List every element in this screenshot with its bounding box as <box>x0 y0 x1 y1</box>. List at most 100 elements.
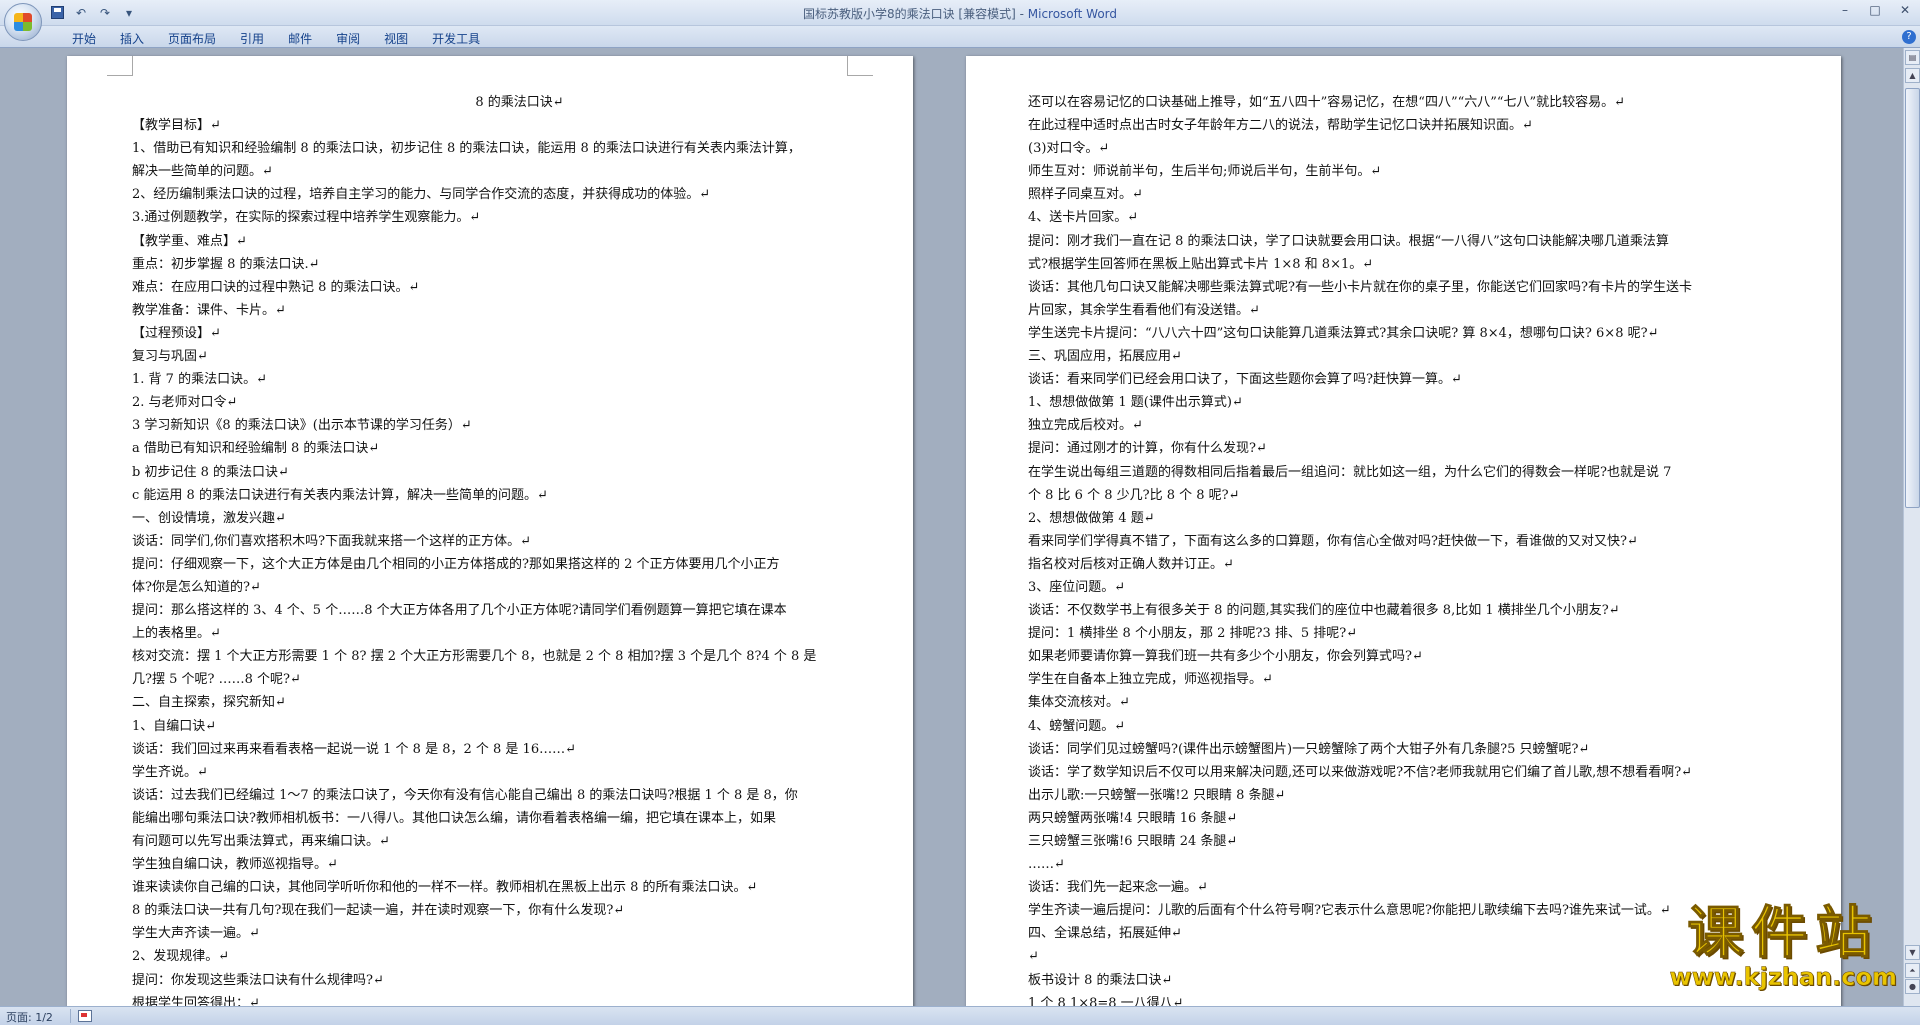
document-line[interactable]: 谈话：我们回过来再来看看表格一起说一说 1 个 8 是 8，2 个 8 是 16… <box>132 738 907 761</box>
document-line[interactable]: 谈话：看来同学们已经会用口诀了，下面这些题你会算了吗?赶快算一算。↵ <box>1028 368 1818 391</box>
document-line[interactable]: 根据学生回答得出：↵ <box>132 992 907 1006</box>
tab-review[interactable]: 审阅 <box>324 29 372 48</box>
document-line[interactable]: 3.通过例题教学，在实际的探索过程中培养学生观察能力。↵ <box>132 206 907 229</box>
document-line[interactable]: 2、想想做做第 4 题↵ <box>1028 507 1818 530</box>
page-content[interactable]: 8 的乘法口诀↵ 【教学目标】↵ 1、借助已有知识和经验编制 8 的乘法口诀，初步记… <box>132 91 907 1006</box>
document-line[interactable]: 几?摆 5 个呢? ……8 个呢?↵ <box>132 668 907 691</box>
document-line[interactable]: 3、座位问题。↵ <box>1028 576 1818 599</box>
document-line[interactable]: 【教学目标】↵ <box>132 114 907 137</box>
document-line[interactable]: 提问：刚才我们一直在记 8 的乘法口诀，学了口诀就要会用口诀。根据“一八得八”这… <box>1028 230 1818 253</box>
document-line[interactable]: 谈话：同学们,你们喜欢搭积木吗?下面我就来搭一个这样的正方体。↵ <box>132 530 907 553</box>
document-line[interactable]: c 能运用 8 的乘法口诀进行有关表内乘法计算，解决一些简单的问题。↵ <box>132 484 907 507</box>
document-line[interactable]: b 初步记住 8 的乘法口诀↵ <box>132 461 907 484</box>
document-line[interactable]: 出示儿歌:一只螃蟹一张嘴!2 只眼睛 8 条腿↵ <box>1028 784 1818 807</box>
document-line[interactable]: a 借助已有知识和经验编制 8 的乘法口诀↵ <box>132 437 907 460</box>
tab-references[interactable]: 引用 <box>228 29 276 48</box>
document-line[interactable]: 集体交流核对。↵ <box>1028 691 1818 714</box>
document-line[interactable]: 1 个 8 1×8=8 一八得八↵ <box>1028 992 1818 1006</box>
document-line[interactable]: 3 学习新知识《8 的乘法口诀》(出示本节课的学习任务）↵ <box>132 414 907 437</box>
document-line[interactable]: 重点：初步掌握 8 的乘法口诀.↵ <box>132 253 907 276</box>
document-line[interactable]: 三、巩固应用，拓展应用↵ <box>1028 345 1818 368</box>
document-line[interactable]: 提问：1 横排坐 8 个小朋友，那 2 排呢?3 排、5 排呢?↵ <box>1028 622 1818 645</box>
page-indicator[interactable]: 页面: 1/2 <box>6 1009 53 1025</box>
document-line[interactable]: 式?根据学生回答师在黑板上贴出算式卡片 1×8 和 8×1。↵ <box>1028 253 1818 276</box>
document-line[interactable]: 谈话：我们先一起来念一遍。↵ <box>1028 876 1818 899</box>
tab-home[interactable]: 开始 <box>60 29 108 48</box>
document-line[interactable]: (3)对口令。↵ <box>1028 137 1818 160</box>
document-line[interactable]: 师生互对：师说前半句，生后半句;师说后半句，生前半句。↵ <box>1028 160 1818 183</box>
document-line[interactable]: 2、发现规律。↵ <box>132 945 907 968</box>
previous-page-button[interactable]: ⏶ <box>1905 963 1920 978</box>
document-line[interactable]: 1. 背 7 的乘法口诀。↵ <box>132 368 907 391</box>
document-line[interactable]: 学生送完卡片提问：“八八六十四”这句口诀能算几道乘法算式?其余口诀呢? 算 8×… <box>1028 322 1818 345</box>
document-line[interactable]: 谈话：不仅数学书上有很多关于 8 的问题,其实我们的座位中也藏着很多 8,比如 … <box>1028 599 1818 622</box>
scroll-down-button[interactable]: ▼ <box>1905 945 1920 960</box>
document-line[interactable]: 指名校对后核对正确人数并订正。↵ <box>1028 553 1818 576</box>
document-line[interactable]: 谈话：学了数学知识后不仅可以用来解决问题,还可以来做游戏呢?不信?老师我就用它们… <box>1028 761 1818 784</box>
document-line[interactable]: 照样子同桌互对。↵ <box>1028 183 1818 206</box>
tab-view[interactable]: 视图 <box>372 29 420 48</box>
tab-page-layout[interactable]: 页面布局 <box>156 29 228 48</box>
document-line[interactable]: 4、螃蟹问题。↵ <box>1028 715 1818 738</box>
document-line[interactable]: 在此过程中适时点出古时女子年龄年方二八的说法，帮助学生记忆口诀并拓展知识面。↵ <box>1028 114 1818 137</box>
document-line[interactable]: 在学生说出每组三道题的得数相同后指着最后一组追问：就比如这一组，为什么它们的得数… <box>1028 461 1818 484</box>
maximize-button[interactable]: □ <box>1860 0 1890 20</box>
document-line[interactable]: 如果老师要请你算一算我们班一共有多少个小朋友，你会列算式吗?↵ <box>1028 645 1818 668</box>
browse-object-button[interactable]: ● <box>1905 979 1920 994</box>
document-line[interactable]: 学生齐说。↵ <box>132 761 907 784</box>
document-line[interactable]: 谈话：过去我们已经编过 1～7 的乘法口诀了，今天你有没有信心能自己编出 8 的… <box>132 784 907 807</box>
document-line[interactable]: 【教学重、难点】↵ <box>132 230 907 253</box>
document-line[interactable]: 难点：在应用口诀的过程中熟记 8 的乘法口诀。↵ <box>132 276 907 299</box>
document-line[interactable]: 体?你是怎么知道的?↵ <box>132 576 907 599</box>
ruler-toggle-icon[interactable]: ▤ <box>1905 50 1920 65</box>
document-line[interactable]: ……↵ <box>1028 853 1818 876</box>
document-line[interactable]: 教学准备：课件、卡片。↵ <box>132 299 907 322</box>
document-line[interactable]: 【过程预设】↵ <box>132 322 907 345</box>
tab-mailings[interactable]: 邮件 <box>276 29 324 48</box>
office-button[interactable] <box>4 3 42 41</box>
document-line[interactable]: 提问：你发现这些乘法口诀有什么规律吗?↵ <box>132 969 907 992</box>
document-line[interactable]: 2. 与老师对口令↵ <box>132 391 907 414</box>
scroll-up-button[interactable]: ▲ <box>1905 68 1920 83</box>
document-line[interactable]: 2、经历编制乘法口诀的过程，培养自主学习的能力、与同学合作交流的态度，并获得成功… <box>132 183 907 206</box>
document-line[interactable]: 1、想想做做第 1 题(课件出示算式)↵ <box>1028 391 1818 414</box>
document-line[interactable]: 学生独自编口诀，教师巡视指导。↵ <box>132 853 907 876</box>
document-line[interactable]: 4、送卡片回家。↵ <box>1028 206 1818 229</box>
document-line[interactable]: 解决一些简单的问题。↵ <box>132 160 907 183</box>
document-line[interactable]: 看来同学们学得真不错了，下面有这么多的口算题，你有信心全做对吗?赶快做一下，看谁… <box>1028 530 1818 553</box>
help-icon[interactable]: ? <box>1902 30 1916 44</box>
document-line[interactable]: 个 8 比 6 个 8 少几?比 8 个 8 呢?↵ <box>1028 484 1818 507</box>
document-line[interactable]: 二、自主探索，探究新知↵ <box>132 691 907 714</box>
document-line[interactable]: 还可以在容易记忆的口诀基础上推导，如“五八四十”容易记忆，在想“四八”“六八”“… <box>1028 91 1818 114</box>
document-line[interactable]: 1、自编口诀↵ <box>132 715 907 738</box>
document-line[interactable]: 学生在自备本上独立完成，师巡视指导。↵ <box>1028 668 1818 691</box>
document-line[interactable]: 一、创设情境，激发兴趣↵ <box>132 507 907 530</box>
document-line[interactable]: 谁来读读你自己编的口诀，其他同学听听你和他的一样不一样。教师相机在黑板上出示 8… <box>132 876 907 899</box>
tab-developer[interactable]: 开发工具 <box>420 29 492 48</box>
document-line[interactable]: 核对交流：摆 1 个大正方形需要 1 个 8? 摆 2 个大正方形需要几个 8，… <box>132 645 907 668</box>
document-line[interactable]: 能编出哪句乘法口诀?教师相机板书：一八得八。其他口诀怎么编，请你看着表格编一编，… <box>132 807 907 830</box>
document-line[interactable]: 片回家，其余学生看看他们有没送错。↵ <box>1028 299 1818 322</box>
document-line[interactable]: 谈话：其他几句口诀又能解决哪些乘法算式呢?有一些小卡片就在你的桌子里，你能送它们… <box>1028 276 1818 299</box>
document-line[interactable]: 谈话：同学们见过螃蟹吗?(课件出示螃蟹图片)一只螃蟹除了两个大钳子外有几条腿?5… <box>1028 738 1818 761</box>
document-line[interactable]: 独立完成后校对。↵ <box>1028 414 1818 437</box>
close-button[interactable]: ✕ <box>1890 0 1920 20</box>
minimize-button[interactable]: – <box>1830 0 1860 20</box>
document-line[interactable]: 8 的乘法口诀↵ <box>132 91 907 114</box>
document-line[interactable]: 1、借助已有知识和经验编制 8 的乘法口诀，初步记住 8 的乘法口诀，能运用 8… <box>132 137 907 160</box>
proofing-icon[interactable] <box>78 1010 92 1022</box>
document-line[interactable]: 三只螃蟹三张嘴!6 只眼睛 24 条腿↵ <box>1028 830 1818 853</box>
document-line[interactable]: 提问：通过刚才的计算，你有什么发现?↵ <box>1028 437 1818 460</box>
scrollbar-thumb[interactable] <box>1905 88 1920 508</box>
document-line[interactable]: 8 的乘法口诀一共有几句?现在我们一起读一遍，并在读时观察一下，你有什么发现?↵ <box>132 899 907 922</box>
document-line[interactable]: 有问题可以先写出乘法算式，再来编口诀。↵ <box>132 830 907 853</box>
tab-insert[interactable]: 插入 <box>108 29 156 48</box>
document-line[interactable]: 学生大声齐读一遍。↵ <box>132 922 907 945</box>
page-content[interactable]: 还可以在容易记忆的口诀基础上推导，如“五八四十”容易记忆，在想“四八”“六八”“… <box>1028 91 1818 1006</box>
document-area[interactable]: 8 的乘法口诀↵ 【教学目标】↵ 1、借助已有知识和经验编制 8 的乘法口诀，初步记… <box>0 48 1903 1006</box>
document-line[interactable]: 提问：仔细观察一下，这个大正方体是由几个相同的小正方体搭成的?那如果搭这样的 2… <box>132 553 907 576</box>
document-line[interactable]: 上的表格里。↵ <box>132 622 907 645</box>
document-line[interactable]: 提问：那么搭这样的 3、4 个、5 个……8 个大正方体各用了几个小正方体呢?请… <box>132 599 907 622</box>
document-line[interactable]: 两只螃蟹两张嘴!4 只眼睛 16 条腿↵ <box>1028 807 1818 830</box>
vertical-scrollbar[interactable]: ▤ ▲ ▼ ⏶ ● <box>1903 48 1920 1006</box>
